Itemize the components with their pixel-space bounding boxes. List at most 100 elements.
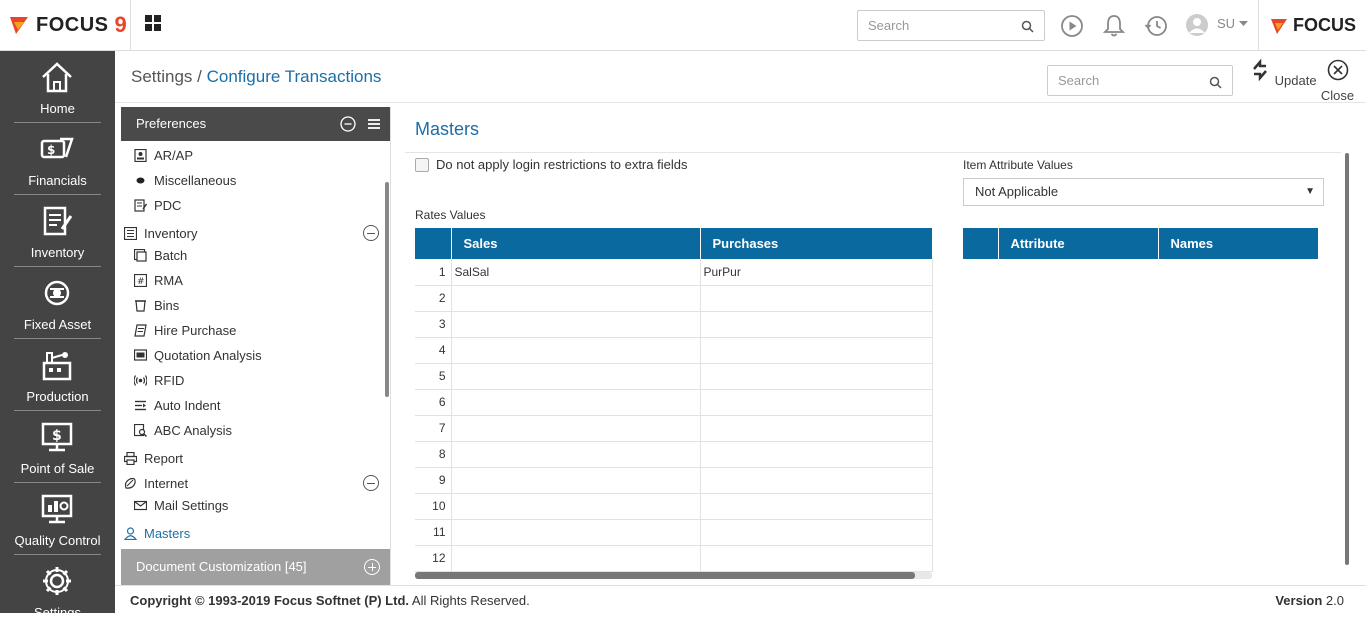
panel-scrollbar[interactable]: [385, 182, 389, 397]
table-row[interactable]: 7: [415, 415, 933, 442]
sidebar-item-quality-control[interactable]: Quality Control: [0, 483, 115, 555]
table-row[interactable]: 11: [415, 519, 933, 546]
sidebar-item-production[interactable]: Production: [0, 339, 115, 411]
section-search-input[interactable]: Search: [1047, 65, 1233, 96]
column-header-names[interactable]: Names: [1158, 228, 1319, 259]
purchases-cell[interactable]: PurPur: [700, 259, 933, 286]
purchases-cell[interactable]: [700, 493, 933, 520]
tree-item-hire-purchase[interactable]: Hire Purchase: [134, 323, 236, 338]
purchases-cell[interactable]: [700, 311, 933, 338]
table-row[interactable]: 4: [415, 337, 933, 364]
table-row[interactable]: 5: [415, 363, 933, 390]
purchases-cell[interactable]: [700, 415, 933, 442]
login-restriction-checkbox-row[interactable]: Do not apply login restrictions to extra…: [415, 157, 687, 172]
sales-cell[interactable]: [451, 493, 701, 520]
sidebar-item-settings[interactable]: Settings: [0, 555, 115, 627]
purchases-cell[interactable]: [700, 363, 933, 390]
user-label[interactable]: SU: [1217, 16, 1235, 31]
sales-cell[interactable]: [451, 389, 701, 416]
tree-item-report[interactable]: Report: [124, 451, 183, 466]
expand-icon[interactable]: [364, 559, 380, 575]
sales-cell[interactable]: [451, 467, 701, 494]
tree-item-inventory[interactable]: Inventory: [124, 226, 197, 241]
column-header-purchases[interactable]: Purchases: [700, 228, 933, 259]
sales-cell[interactable]: SalSal: [451, 259, 701, 286]
close-button[interactable]: Close: [1309, 59, 1366, 103]
search-icon[interactable]: [1209, 76, 1222, 89]
sidebar-item-financials[interactable]: $ Financials: [0, 123, 115, 195]
table-row[interactable]: 10: [415, 493, 933, 520]
tree-item-label: PDC: [154, 198, 182, 213]
tree-item-quotation-analysis[interactable]: Quotation Analysis: [134, 348, 262, 363]
tree-item-bins[interactable]: Bins: [134, 298, 179, 313]
tree-item-miscellaneous[interactable]: Miscellaneous: [134, 173, 236, 188]
table-row[interactable]: 12: [415, 545, 933, 572]
sales-cell[interactable]: [451, 415, 701, 442]
collapse-inventory-icon[interactable]: [363, 225, 379, 241]
version: Version 2.0: [1275, 593, 1344, 608]
sidebar-item-home[interactable]: Home: [0, 51, 115, 123]
preferences-panel: Preferences AR/AP Miscellaneous PDC Inve…: [121, 107, 391, 585]
purchases-cell[interactable]: [700, 389, 933, 416]
column-header-sales[interactable]: Sales: [451, 228, 701, 259]
play-icon[interactable]: [1060, 14, 1084, 38]
history-icon[interactable]: [1144, 14, 1168, 38]
sidebar: Home $ Financials Inventory Fixed Asset …: [0, 51, 115, 620]
table-row[interactable]: 9: [415, 467, 933, 494]
table-horizontal-scrollbar[interactable]: [415, 572, 932, 579]
table-row[interactable]: 6: [415, 389, 933, 416]
purchases-cell[interactable]: [700, 519, 933, 546]
tree-item-masters[interactable]: Masters: [124, 526, 190, 541]
sales-cell[interactable]: [451, 441, 701, 468]
tree-item-abc-analysis[interactable]: ABC Analysis: [134, 423, 232, 438]
search-icon[interactable]: [1021, 20, 1034, 33]
preferences-header[interactable]: Preferences: [121, 107, 390, 141]
sidebar-item-inventory[interactable]: Inventory: [0, 195, 115, 267]
table-row[interactable]: 3: [415, 311, 933, 338]
item-attribute-select[interactable]: Not Applicable ▼: [963, 178, 1324, 206]
purchases-cell[interactable]: [700, 285, 933, 312]
focus9-logo[interactable]: FOCUS 9: [8, 12, 127, 38]
login-restriction-checkbox[interactable]: [415, 157, 429, 172]
tree-item-batch[interactable]: Batch: [134, 248, 187, 263]
table-row[interactable]: 2: [415, 285, 933, 312]
breadcrumb-root[interactable]: Settings: [131, 67, 192, 86]
main-scrollbar[interactable]: [1345, 153, 1349, 565]
sales-cell[interactable]: [451, 363, 701, 390]
scrollbar-thumb[interactable]: [415, 572, 915, 579]
tree-item-mail-settings[interactable]: Mail Settings: [134, 498, 228, 513]
purchases-cell[interactable]: [700, 337, 933, 364]
tree-item-arap[interactable]: AR/AP: [134, 148, 193, 163]
sales-cell[interactable]: [451, 311, 701, 338]
avatar-icon[interactable]: [1185, 13, 1209, 37]
purchases-cell[interactable]: [700, 467, 933, 494]
document-customization-header[interactable]: Document Customization [45]: [121, 549, 390, 585]
tree-item-pdc[interactable]: PDC: [134, 198, 181, 213]
collapse-icon[interactable]: [340, 116, 356, 132]
sales-cell[interactable]: [451, 285, 701, 312]
bell-icon[interactable]: [1102, 13, 1126, 39]
collapse-internet-icon[interactable]: [363, 475, 379, 491]
chevron-down-icon[interactable]: [1239, 21, 1248, 27]
column-header-attribute[interactable]: Attribute: [998, 228, 1159, 259]
sales-cell[interactable]: [451, 519, 701, 546]
global-search-input[interactable]: Search: [857, 10, 1045, 41]
tree-item-auto-indent[interactable]: Auto Indent: [134, 398, 221, 413]
sidebar-item-point-of-sale[interactable]: $ Point of Sale: [0, 411, 115, 483]
tree-item-internet[interactable]: Internet: [124, 476, 188, 491]
tree-item-rfid[interactable]: RFID: [134, 373, 184, 388]
sales-cell[interactable]: [451, 337, 701, 364]
purchases-cell[interactable]: [700, 545, 933, 572]
table-row[interactable]: 1 SalSal PurPur: [415, 259, 933, 286]
tree-item-rma[interactable]: # RMA: [134, 273, 183, 288]
miscellaneous-icon: [136, 177, 145, 184]
menu-icon[interactable]: [366, 116, 382, 132]
apps-grid-icon[interactable]: [145, 15, 161, 31]
sales-cell[interactable]: [451, 545, 701, 572]
sidebar-item-fixed-asset[interactable]: Fixed Asset: [0, 267, 115, 339]
table-row[interactable]: 8: [415, 441, 933, 468]
update-button[interactable]: Update: [1249, 58, 1317, 88]
row-number: 7: [415, 415, 452, 442]
purchases-cell[interactable]: [700, 441, 933, 468]
tree-item-label: Report: [144, 451, 184, 466]
